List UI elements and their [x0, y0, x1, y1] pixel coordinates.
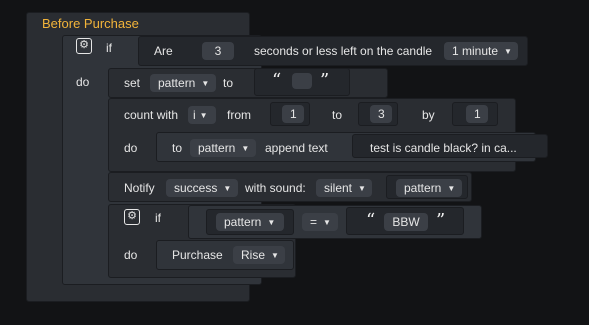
from-label: from: [227, 108, 251, 122]
do-label: do: [76, 75, 90, 89]
sound-label: with sound:: [245, 181, 306, 195]
open-quote: “: [272, 70, 282, 91]
append-text-value[interactable]: test is candle black? in ca...: [370, 140, 517, 156]
if-label: if: [106, 41, 112, 55]
inner-do-label: do: [124, 248, 138, 262]
purchase-direction-dropdown[interactable]: Rise ▼: [233, 246, 285, 264]
to-label: to: [332, 108, 343, 122]
chevron-down-icon: ▼: [201, 79, 210, 88]
count-label: count with: [124, 108, 179, 122]
event-title: Before Purchase: [42, 16, 139, 31]
set-variable-value: pattern: [158, 76, 196, 90]
count-do-label: do: [124, 141, 138, 155]
gear-icon[interactable]: ⚙: [76, 38, 92, 54]
chevron-down-icon: ▼: [447, 184, 456, 193]
sound-value: silent: [324, 181, 353, 195]
open-quote: “: [366, 210, 376, 231]
compare-text-input[interactable]: BBW: [384, 213, 428, 231]
chevron-down-icon: ▼: [241, 144, 250, 153]
set-variable-dropdown[interactable]: pattern ▼: [150, 74, 216, 92]
set-to-label: to: [223, 76, 234, 90]
from-input[interactable]: 1: [282, 105, 304, 123]
purchase-direction-value: Rise: [241, 248, 266, 262]
sound-dropdown[interactable]: silent ▼: [316, 179, 372, 197]
by-label: by: [422, 108, 435, 122]
set-text-input[interactable]: [292, 73, 312, 89]
chevron-down-icon: ▼: [223, 184, 232, 193]
operator-dropdown[interactable]: = ▼: [302, 213, 338, 231]
close-quote: ”: [320, 70, 330, 91]
close-quote: ”: [436, 210, 446, 231]
chevron-down-icon: ▼: [358, 184, 366, 193]
chevron-down-icon: ▼: [504, 47, 512, 56]
notify-type-dropdown[interactable]: success ▼: [166, 179, 238, 197]
timeframe-dropdown[interactable]: 1 minute ▼: [444, 42, 518, 60]
to-input[interactable]: 3: [370, 105, 392, 123]
chevron-down-icon: ▼: [199, 111, 208, 120]
notify-variable-value: pattern: [404, 181, 442, 195]
compare-variable-dropdown[interactable]: pattern ▼: [216, 213, 284, 231]
append-variable-dropdown[interactable]: pattern ▼: [190, 139, 256, 157]
notify-variable-dropdown[interactable]: pattern ▼: [396, 179, 462, 197]
condition-suffix: seconds or less left on the candle: [254, 44, 433, 58]
purchase-label: Purchase: [172, 248, 223, 262]
gear-icon[interactable]: ⚙: [124, 209, 140, 225]
set-label: set: [124, 76, 141, 90]
chevron-down-icon: ▼: [267, 218, 276, 227]
count-variable-value: i: [193, 108, 196, 122]
notify-type-value: success: [174, 181, 218, 195]
count-variable-dropdown[interactable]: i ▼: [188, 106, 216, 124]
append-variable-value: pattern: [198, 141, 236, 155]
seconds-input[interactable]: 3: [202, 42, 234, 60]
timeframe-value: 1 minute: [452, 44, 499, 58]
condition-prefix: Are: [154, 44, 173, 58]
notify-label: Notify: [124, 181, 155, 195]
chevron-down-icon: ▼: [323, 218, 331, 227]
operator-value: =: [310, 215, 318, 229]
append-action-label: append text: [265, 141, 328, 155]
compare-variable-value: pattern: [224, 215, 262, 229]
append-to-label: to: [172, 141, 183, 155]
chevron-down-icon: ▼: [271, 251, 279, 260]
by-input[interactable]: 1: [466, 105, 488, 123]
inner-if-label: if: [155, 211, 161, 225]
